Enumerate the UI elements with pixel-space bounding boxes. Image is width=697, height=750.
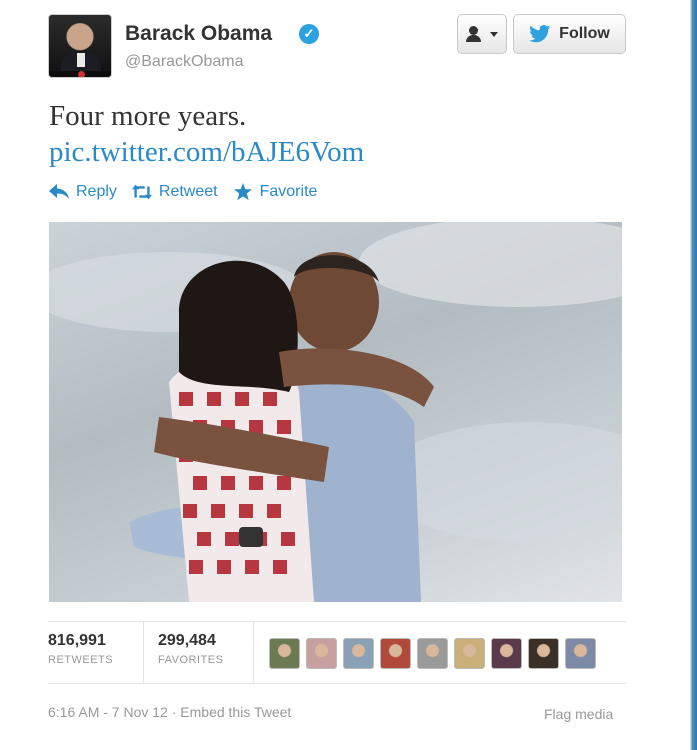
person-icon bbox=[466, 26, 482, 42]
tweet-actions: Reply Retweet Favorite bbox=[48, 183, 317, 201]
favorite-label: Favorite bbox=[259, 183, 318, 200]
tweet-timestamp[interactable]: 6:16 AM - 7 Nov 12 bbox=[48, 704, 168, 720]
caret-down-icon bbox=[490, 31, 498, 37]
favorites-label: FAVORITES bbox=[158, 654, 224, 666]
retweets-label: RETWEETS bbox=[48, 654, 114, 666]
author-name[interactable]: Barack Obama bbox=[125, 22, 272, 46]
twitter-bird-icon bbox=[529, 25, 551, 43]
page-edge-border bbox=[690, 0, 697, 750]
favoriter-avatar[interactable] bbox=[306, 638, 337, 669]
author-handle[interactable]: @BarackObama bbox=[125, 53, 244, 71]
retweet-icon bbox=[131, 184, 152, 200]
favorites-count: 299,484 bbox=[158, 632, 216, 649]
tweet-text-block: Four more years. pic.twitter.com/bAJE6Vo… bbox=[49, 98, 364, 170]
favorite-button[interactable]: Favorite bbox=[232, 183, 318, 201]
star-icon bbox=[233, 183, 252, 201]
favoriter-avatar[interactable] bbox=[491, 638, 522, 669]
tweet-photo[interactable] bbox=[49, 222, 622, 602]
tweet-media-link[interactable]: pic.twitter.com/bAJE6Vom bbox=[49, 134, 364, 170]
stats-divider bbox=[143, 622, 144, 684]
retweet-label: Retweet bbox=[158, 183, 218, 200]
favoriter-avatar[interactable] bbox=[565, 638, 596, 669]
tweet-text: Four more years. bbox=[49, 100, 247, 132]
favoriter-avatar[interactable] bbox=[454, 638, 485, 669]
favoriter-avatar[interactable] bbox=[343, 638, 374, 669]
favorites-stat[interactable]: 299,484 FAVORITES bbox=[158, 632, 223, 666]
reply-arrow-icon bbox=[49, 184, 69, 199]
photo-illustration bbox=[49, 222, 622, 602]
reply-label: Reply bbox=[76, 183, 117, 200]
user-actions-button[interactable] bbox=[457, 14, 507, 54]
verified-badge-icon: ✓ bbox=[299, 24, 319, 44]
follow-button[interactable]: Follow bbox=[513, 14, 626, 54]
favoriter-avatar[interactable] bbox=[417, 638, 448, 669]
retweet-button[interactable]: Retweet bbox=[131, 183, 218, 201]
tweet-card: Barack Obama ✓ @BarackObama Follow Four … bbox=[0, 0, 690, 750]
stats-divider bbox=[253, 622, 254, 684]
embed-tweet-link[interactable]: Embed this Tweet bbox=[180, 704, 291, 720]
tweet-footer: 6:16 AM - 7 Nov 12 · Embed this Tweet bbox=[48, 704, 291, 720]
footer-separator: · bbox=[167, 704, 181, 720]
tweet-stats: 816,991 RETWEETS 299,484 FAVORITES bbox=[48, 621, 626, 684]
retweets-stat[interactable]: 816,991 RETWEETS bbox=[48, 632, 113, 666]
author-avatar[interactable] bbox=[48, 14, 112, 78]
flag-media-link[interactable]: Flag media bbox=[544, 706, 613, 722]
favoriter-avatar[interactable] bbox=[269, 638, 300, 669]
retweets-count: 816,991 bbox=[48, 632, 106, 649]
follow-label: Follow bbox=[559, 25, 610, 42]
reply-button[interactable]: Reply bbox=[48, 183, 117, 201]
favoriter-avatars bbox=[269, 638, 596, 669]
favoriter-avatar[interactable] bbox=[380, 638, 411, 669]
favoriter-avatar[interactable] bbox=[528, 638, 559, 669]
